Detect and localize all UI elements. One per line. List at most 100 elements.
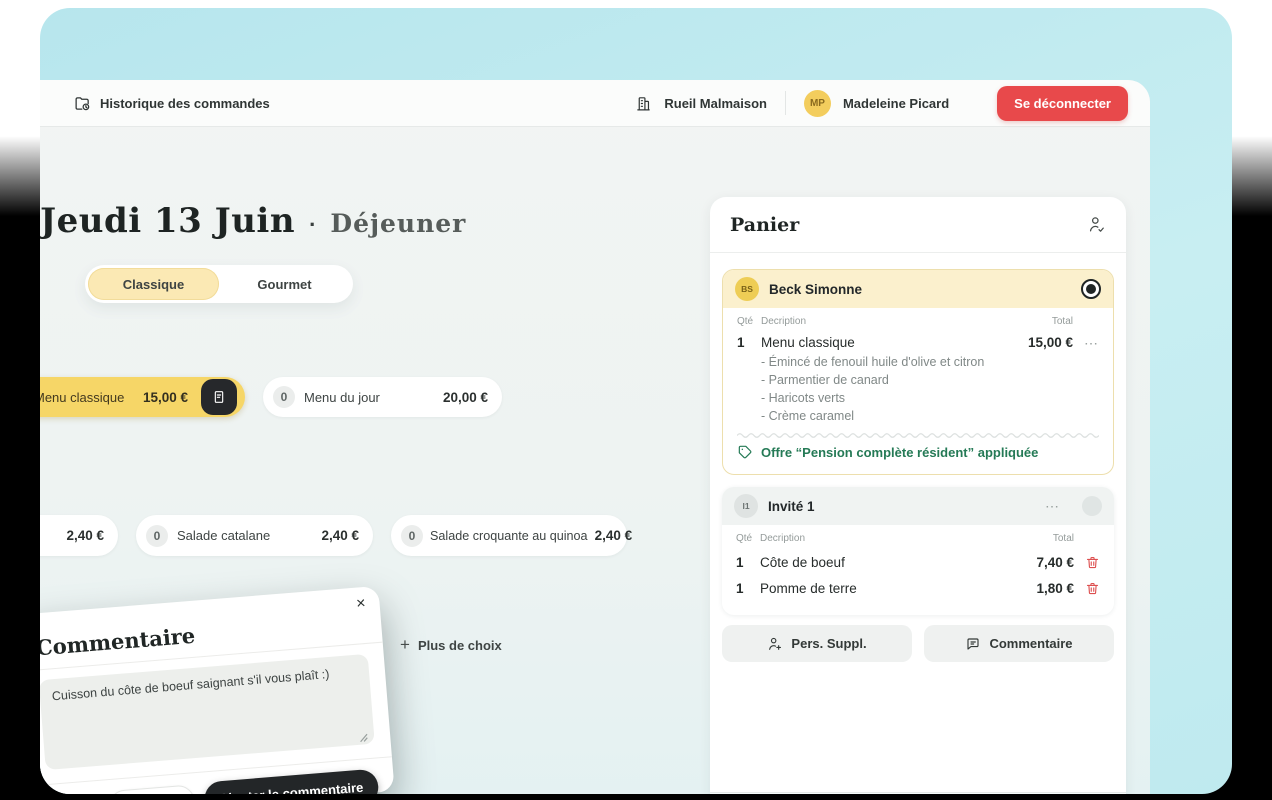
guest-name: Invité 1 [768,499,815,514]
item-qty: 1 [736,555,760,570]
note-icon [211,389,227,405]
resize-grip-icon[interactable] [359,733,369,743]
modal-title: Commentaire [40,609,366,660]
item-total: 1,80 € [1036,581,1074,596]
item-total: 7,40 € [1036,555,1074,570]
quantity-badge: 0 [401,525,423,547]
item-qty: 1 [737,335,761,350]
item-price: 15,00 € [143,390,188,405]
cart-comment-button[interactable]: Commentaire [924,625,1114,662]
col-total: Total [1052,316,1073,327]
item-total: 15,00 € [1028,335,1073,350]
item-price: 2,40 € [595,528,633,543]
header-divider [785,91,786,115]
item-note-button[interactable] [201,379,237,415]
add-person-label: Pers. Suppl. [791,636,866,651]
location-label: Rueil Malmaison [664,96,767,111]
chevron-down-icon[interactable] [961,96,975,110]
comment-modal: × Commentaire Cuisson du côte de boeuf s… [40,586,395,794]
offer-label: Offre “Pension complète résident” appliq… [761,445,1038,460]
guest-radio-selected[interactable] [1081,279,1101,299]
item-price: 2,40 € [321,528,359,543]
app-window: Historique des commandes Rueil Malmaison… [40,80,1150,794]
guest-radio-unselected[interactable] [1082,496,1102,516]
guest-name: Beck Simonne [769,282,862,297]
cancel-button[interactable]: Annuler [108,784,195,794]
cart-table-header: Qté Decription Total [736,533,1100,544]
add-person-button[interactable]: Pers. Suppl. [722,625,912,662]
item-name: Salade catalane [177,528,270,543]
detail-line: - Haricots verts [761,389,1099,407]
cart-table-header: Qté Decription Total [737,316,1099,327]
comment-textarea[interactable]: Cuisson du côte de boeuf saignant s'il v… [40,654,375,770]
quantity-badge: 0 [146,525,168,547]
item-name: Menu classique [40,390,124,405]
date-title: Jeudi 13 Juin [40,201,295,241]
col-qty: Qté [736,533,760,544]
menu-item-menu-du-jour[interactable]: 0 Menu du jour 20,00 € [263,377,502,417]
item-price: 20,00 € [443,390,488,405]
col-description: Decription [761,316,1052,327]
cart-item-row: 1 Côte de boeuf 7,40 € [736,555,1100,570]
page-title: Jeudi 13 Juin · Déjeuner [40,201,466,241]
menu-item-salade-catalane[interactable]: 0 Salade catalane 2,40 € [136,515,373,556]
col-description: Decription [760,533,1053,544]
trash-icon[interactable] [1085,555,1100,570]
app-header: Historique des commandes Rueil Malmaison… [40,80,1150,127]
cart-item-row: 1 Pomme de terre 1,80 € [736,581,1100,596]
item-name: Pomme de terre [760,581,1036,596]
col-total: Total [1053,533,1074,544]
menu-type-tabs: Classique Gourmet [85,265,353,303]
building-icon [635,95,652,112]
user-menu[interactable]: Madeleine Picard [843,96,949,111]
item-qty: 1 [736,581,760,596]
offer-applied[interactable]: Offre “Pension complète résident” appliq… [737,444,1099,460]
more-choices-link[interactable]: + Plus de choix [400,635,502,655]
guest-header[interactable]: BS Beck Simonne [723,270,1113,308]
comment-bubble-icon [965,636,981,652]
cart-item-row: 1 Menu classique 15,00 € ⋯ [737,335,1099,350]
meal-title: Déjeuner [330,209,466,238]
col-qty: Qté [737,316,761,327]
detail-line: - Émincé de fenouil huile d'olive et cit… [761,353,1099,371]
cart-title: Panier [730,214,799,236]
item-details: - Émincé de fenouil huile d'olive et cit… [761,353,1099,425]
person-check-icon[interactable] [1087,215,1106,234]
plus-icon: + [400,635,410,655]
close-icon[interactable]: × [356,595,367,614]
cart-panel: Panier BS Beck Simonne [710,197,1126,794]
trash-icon[interactable] [1085,581,1100,596]
menu-item-cut-salade[interactable]: 2,40 € [40,515,118,556]
more-choices-label: Plus de choix [418,638,502,653]
guest-avatar: BS [735,277,759,301]
device-frame: Historique des commandes Rueil Malmaison… [40,8,1232,794]
guest-more-icon[interactable]: ⋯ [1045,499,1060,513]
main-content: Jeudi 13 Juin · Déjeuner Classique Gourm… [40,127,1150,794]
tab-gourmet[interactable]: Gourmet [219,268,350,300]
order-history-label: Historique des commandes [100,96,270,111]
item-price: 2,40 € [66,528,104,543]
logout-button[interactable]: Se déconnecter [997,86,1128,121]
folder-clock-icon [74,95,91,112]
cart-comment-label: Commentaire [989,636,1072,651]
item-name: Côte de boeuf [760,555,1036,570]
tag-icon [737,444,753,460]
quantity-badge: 0 [273,386,295,408]
tab-classique[interactable]: Classique [88,268,219,300]
nav-order-history[interactable]: Historique des commandes [74,95,270,112]
user-avatar: MP [804,90,831,117]
menu-item-menu-classique[interactable]: Menu classique 15,00 € [40,377,245,417]
guest-header[interactable]: I1 Invité 1 ⋯ [722,487,1114,525]
item-name: Salade croquante au quinoa [430,529,588,543]
add-comment-button[interactable]: Ajouter le commentaire [203,769,380,794]
cart-footer: Livraison : Au restaurant [710,792,1126,794]
guest-card-beck-simonne: BS Beck Simonne Qté Decription Total [722,269,1114,475]
cart-header: Panier [710,197,1126,253]
wavy-divider [737,432,1099,439]
menu-item-salade-quinoa[interactable]: 0 Salade croquante au quinoa 2,40 € [391,515,627,556]
person-plus-icon [767,636,783,652]
item-more-icon[interactable]: ⋯ [1084,336,1099,350]
detail-line: - Parmentier de canard [761,371,1099,389]
item-name: Menu du jour [304,390,380,405]
detail-line: - Crème caramel [761,407,1099,425]
